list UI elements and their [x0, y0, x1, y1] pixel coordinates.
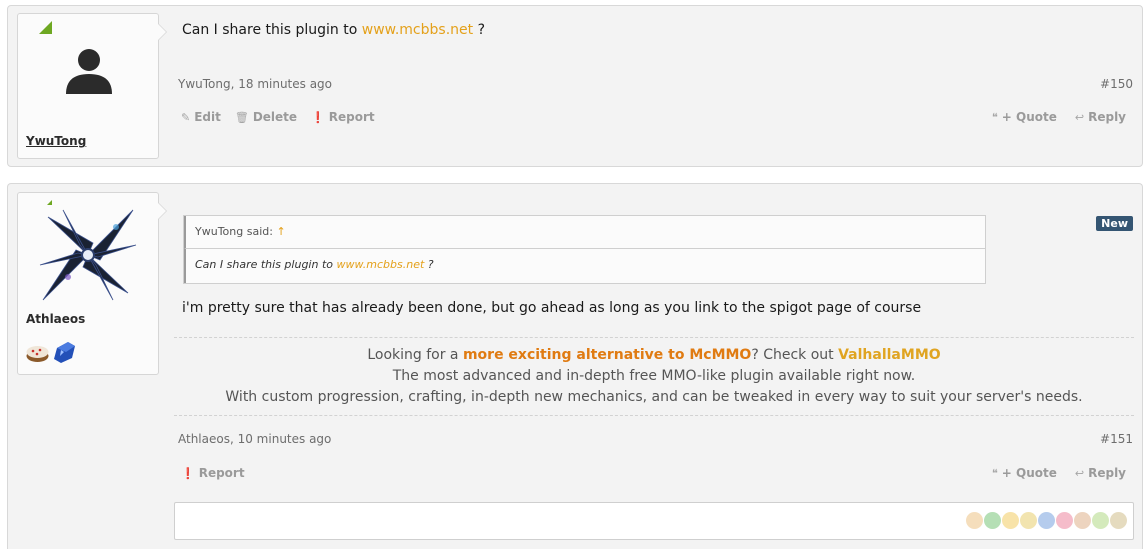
smile-icon[interactable] [1002, 512, 1019, 529]
user-avatar-icon[interactable] [38, 205, 138, 305]
pencil-icon: ✎ [181, 110, 191, 124]
quick-reply-input[interactable] [174, 502, 1134, 540]
quote-icon: ❝ [991, 110, 998, 124]
quote-button[interactable]: ❝ + Quote [992, 110, 1057, 124]
default-avatar-icon[interactable] [62, 44, 116, 98]
wrench-icon[interactable] [1074, 512, 1091, 529]
reaction-bar [966, 512, 1127, 529]
cake-icon[interactable] [25, 340, 50, 365]
reply-icon: ↩ [1074, 466, 1085, 480]
reply-icon: ↩ [1074, 110, 1085, 124]
post-number-link[interactable]: #150 [1100, 77, 1133, 91]
trash-icon: 🗑 [234, 110, 249, 124]
quote-jump-arrow-icon[interactable]: ↑ [276, 225, 285, 238]
post-151: Athlaeos New YwuTong said: ↑ Can I share… [7, 183, 1143, 549]
checkmark-icon[interactable] [984, 512, 1001, 529]
reply-button[interactable]: ↩ Reply [1075, 110, 1126, 124]
online-indicator [39, 21, 52, 34]
post-meta[interactable]: YwuTong, 18 minutes ago [178, 77, 332, 91]
delete-button[interactable]: 🗑 Delete [235, 110, 297, 124]
message-link[interactable]: www.mcbbs.net [362, 22, 473, 38]
post-meta[interactable]: Athlaeos, 10 minutes ago [178, 432, 331, 446]
quote-link[interactable]: www.mcbbs.net [337, 258, 425, 271]
warning-icon: ❗ [311, 110, 325, 124]
post-actions-right: ❝ + Quote ↩ Reply [992, 110, 1126, 124]
star-icon[interactable] [1020, 512, 1037, 529]
signature-highlight: more exciting alternative to McMMO [462, 347, 752, 363]
username-link[interactable]: YwuTong [26, 134, 86, 148]
lapis-gem-icon[interactable] [52, 340, 77, 365]
user-card: YwuTong [17, 13, 167, 159]
report-button[interactable]: ❗ Report [181, 466, 245, 480]
info-icon[interactable] [1038, 512, 1055, 529]
quote-header: YwuTong said: ↑ [184, 216, 985, 249]
sword-icon[interactable] [1110, 512, 1127, 529]
report-button[interactable]: ❗ Report [311, 110, 375, 124]
post-actions-left: ✎ Edit 🗑 Delete ❗ Report [181, 110, 375, 124]
signature-link[interactable]: ValhallaMMO [838, 347, 941, 363]
post-actions-left: ❗ Report [181, 466, 245, 480]
quote-block: YwuTong said: ↑ Can I share this plugin … [183, 215, 986, 284]
heart-icon[interactable] [1056, 512, 1073, 529]
new-badge: New [1096, 216, 1133, 231]
post-150: YwuTong Can I share this plugin to www.m… [7, 5, 1143, 167]
quote-button[interactable]: ❝ + Quote [992, 466, 1057, 480]
edit-button[interactable]: ✎ Edit [181, 110, 221, 124]
warning-icon: ❗ [181, 466, 195, 480]
quote-icon: ❝ [991, 466, 998, 480]
post-number-link[interactable]: #151 [1100, 432, 1133, 446]
reply-button[interactable]: ↩ Reply [1075, 466, 1126, 480]
thumbs-up-icon[interactable] [966, 512, 983, 529]
signature: Looking for a more exciting alternative … [174, 337, 1134, 416]
message-text: Can I share this plugin to www.mcbbs.net… [182, 22, 486, 38]
post-actions-right: ❝ + Quote ↩ Reply [992, 466, 1126, 480]
user-trophies [25, 340, 77, 365]
rainbow-icon[interactable] [1092, 512, 1109, 529]
message-text: i'm pretty sure that has already been do… [182, 300, 922, 316]
user-card: Athlaeos [17, 192, 167, 375]
username-link[interactable]: Athlaeos [26, 312, 85, 326]
quote-body: Can I share this plugin to www.mcbbs.net… [184, 249, 985, 283]
